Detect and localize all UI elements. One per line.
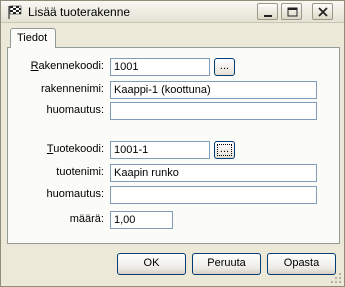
structure-note-field[interactable] [110, 102, 317, 120]
product-name-field[interactable]: Kaapin runko [110, 164, 317, 182]
tab-panel-tiedot: Rakennekoodi: 1001 ... rakennenimi: Kaap… [7, 47, 340, 244]
close-button[interactable] [312, 3, 333, 20]
product-code-field[interactable]: 1001-1 [110, 141, 210, 159]
structure-note-label: huomautus: [46, 104, 104, 116]
resize-grip-icon[interactable] [330, 272, 342, 284]
product-note-label: huomautus: [46, 188, 104, 200]
quantity-field[interactable]: 1,00 [110, 211, 173, 229]
product-name-label: tuotenimi: [56, 166, 104, 178]
maximize-button[interactable] [281, 3, 302, 20]
tab-tiedot[interactable]: Tiedot [10, 28, 56, 48]
maximize-icon [287, 7, 298, 17]
product-code-label: Tuotekoodi: [46, 143, 104, 155]
title-bar[interactable]: Lisää tuoterakenne [1, 1, 344, 23]
cancel-button[interactable]: Peruuta [192, 253, 261, 275]
window-title: Lisää tuoterakenne [28, 5, 131, 19]
minimize-button[interactable] [257, 3, 278, 20]
structure-browse-button[interactable]: ... [214, 58, 235, 76]
quantity-label: määrä: [69, 213, 104, 225]
help-button[interactable]: Opasta [267, 253, 336, 275]
ok-button[interactable]: OK [117, 253, 186, 275]
dialog-window: Lisää tuoterakenne Tiedot Rakennekoodi: … [0, 0, 345, 287]
structure-code-label: Rakennekoodi: [30, 60, 104, 72]
structure-name-field[interactable]: Kaappi-1 (koottuna) [110, 81, 317, 99]
tab-label: Tiedot [17, 32, 48, 44]
product-note-field[interactable] [110, 186, 317, 204]
product-browse-button[interactable]: ... [214, 141, 235, 159]
structure-name-label: rakennenimi: [41, 83, 104, 95]
structure-code-field[interactable]: 1001 [110, 58, 210, 76]
minimize-icon [264, 15, 272, 17]
checkered-flag-icon [8, 5, 22, 19]
close-icon [318, 7, 328, 17]
